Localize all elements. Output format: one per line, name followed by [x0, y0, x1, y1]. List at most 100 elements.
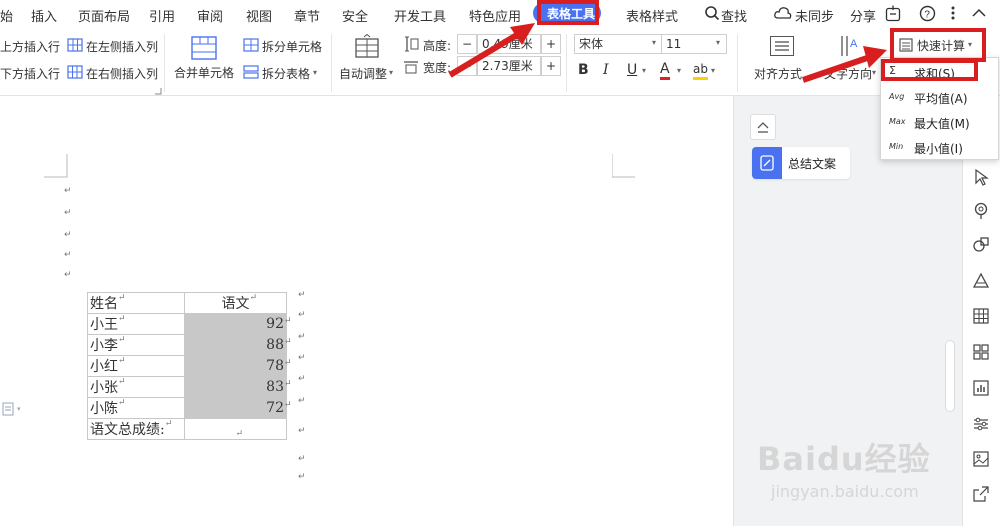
highlight-icon[interactable]: ab	[693, 61, 708, 80]
highlight-box	[890, 28, 986, 62]
search-label[interactable]: 查找	[721, 6, 747, 25]
collapse-panel-icon[interactable]	[750, 114, 776, 140]
table-icon[interactable]	[973, 308, 989, 327]
underline-icon[interactable]: U	[627, 62, 637, 78]
score-value: 72	[266, 400, 284, 416]
menu-page-layout[interactable]: 页面布局	[78, 6, 130, 25]
row-end-mark: ↵	[298, 396, 306, 406]
row-end-mark: ↵	[298, 454, 306, 464]
chevron-down-icon[interactable]: ▾	[313, 68, 317, 77]
search-icon[interactable]	[704, 5, 720, 24]
table-cell[interactable]: 小张 ↵	[87, 376, 185, 398]
total-value-cell[interactable]: ↵	[184, 418, 287, 440]
font-family-select[interactable]: 宋体	[574, 34, 662, 54]
collapse-ribbon-icon[interactable]	[972, 7, 986, 21]
table-cell[interactable]: 83 ↵	[184, 376, 292, 398]
menu-insert[interactable]: 插入	[31, 6, 57, 25]
table-cell[interactable]: 92 ↵	[184, 313, 292, 335]
chart-icon[interactable]	[973, 380, 989, 399]
score-value: 83	[266, 379, 284, 395]
table-cell[interactable]: 小红 ↵	[87, 355, 185, 377]
split-cells-button[interactable]: 拆分单元格	[262, 38, 322, 55]
font-color-icon[interactable]: A	[660, 61, 670, 80]
table-header-cell[interactable]: 姓名 ↵	[87, 292, 185, 314]
sync-status[interactable]: 未同步	[795, 6, 834, 25]
merge-cells-button[interactable]: 合并单元格	[174, 64, 234, 81]
menu-item-label: 最大值(M)	[914, 117, 970, 131]
menu-security[interactable]: 安全	[342, 6, 368, 25]
summary-label: 总结文案	[788, 157, 837, 171]
collaborate-icon[interactable]	[885, 5, 901, 25]
row-end-mark: ↵	[298, 374, 306, 384]
column-width-icon	[403, 60, 419, 77]
width-increase-button[interactable]: +	[541, 56, 561, 76]
share-button[interactable]: 分享	[850, 6, 876, 25]
paragraph-mark: ↵	[64, 230, 72, 240]
auto-fit-button[interactable]: 自动调整	[339, 65, 387, 82]
settings-sliders-icon[interactable]	[973, 416, 989, 435]
svg-text:▾: ▾	[17, 405, 21, 413]
menu-chapter[interactable]: 章节	[294, 6, 320, 25]
split-table-button[interactable]: 拆分表格	[262, 65, 310, 82]
student-name: 小张	[90, 380, 118, 396]
height-increase-button[interactable]: +	[541, 34, 561, 54]
menu-item-max[interactable]: Max 最大值(M)	[881, 112, 1000, 134]
help-icon[interactable]: ?	[919, 5, 936, 25]
menu-item-min[interactable]: Min 最小值(I)	[881, 137, 1000, 159]
location-icon[interactable]	[973, 202, 989, 223]
style-icon[interactable]	[972, 272, 990, 293]
insert-row-below-button[interactable]: 下方插入行	[0, 65, 60, 82]
student-name: 小王	[90, 317, 118, 333]
table-cell[interactable]: 72 ↵	[184, 397, 292, 419]
max-icon: Max	[889, 117, 906, 126]
table-cell[interactable]: 小李 ↵	[87, 334, 185, 356]
bold-icon[interactable]: B	[578, 62, 589, 78]
menu-item-average[interactable]: Avg 平均值(A)	[881, 87, 1000, 109]
apps-grid-icon[interactable]	[973, 344, 989, 363]
row-end-mark: ↵	[298, 332, 306, 342]
merge-cells-icon	[191, 36, 217, 63]
page-corner-mark	[44, 154, 68, 181]
chevron-down-icon[interactable]: ▾	[711, 66, 715, 75]
table-cell[interactable]: 小陈 ↵	[87, 397, 185, 419]
insert-col-left-button[interactable]: 在左侧插入列	[86, 38, 158, 55]
split-cells-icon	[243, 38, 259, 55]
align-icon	[770, 36, 794, 59]
chevron-down-icon[interactable]: ▾	[389, 68, 393, 77]
right-sidebar	[962, 96, 1000, 526]
menu-references[interactable]: 引用	[149, 6, 175, 25]
panel-scrollbar[interactable]	[945, 340, 955, 412]
image-icon[interactable]	[973, 451, 989, 470]
chevron-down-icon[interactable]: ▾	[652, 38, 656, 47]
row-end-mark: ↵	[298, 472, 306, 482]
table-cell[interactable]: 语文总成绩: ↵	[87, 418, 185, 440]
table-header-cell[interactable]: 语文 ↵	[184, 292, 287, 314]
cloud-sync-icon[interactable]	[774, 6, 792, 23]
insert-row-above-button[interactable]: 上方插入行	[0, 38, 60, 55]
document-icon[interactable]: ▾	[2, 402, 24, 419]
average-icon: Avg	[889, 92, 905, 101]
summary-button[interactable]: 总结文案	[752, 147, 850, 179]
export-icon[interactable]	[973, 486, 989, 505]
more-icon[interactable]	[951, 5, 955, 24]
chevron-down-icon[interactable]: ▾	[677, 66, 681, 75]
score-table[interactable]: 姓名 ↵ 语文 ↵ 小王 ↵ 92 ↵ 小李 ↵ 88 ↵ 小红 ↵ 78 ↵ …	[87, 292, 292, 440]
svg-text:?: ?	[924, 10, 930, 21]
cursor-icon[interactable]	[973, 168, 989, 189]
menu-review[interactable]: 审阅	[197, 6, 223, 25]
menu-view[interactable]: 视图	[246, 6, 272, 25]
header-chinese: 语文	[221, 296, 250, 312]
insert-col-right-button[interactable]: 在右侧插入列	[86, 65, 158, 82]
italic-icon[interactable]: I	[603, 62, 609, 78]
document-canvas[interactable]: ↵ ↵ ↵ ↵ ↵ ▾ 姓名 ↵ 语文 ↵ 小王 ↵ 92 ↵ 小李 ↵ 88 …	[0, 96, 733, 526]
chevron-down-icon[interactable]: ▾	[642, 66, 646, 75]
menu-table-style[interactable]: 表格样式	[626, 6, 678, 25]
menu-developer[interactable]: 开发工具	[394, 6, 446, 25]
menu-start[interactable]: 始	[0, 6, 13, 25]
table-cell[interactable]: 小王 ↵	[87, 313, 185, 335]
table-cell[interactable]: 88 ↵	[184, 334, 292, 356]
table-cell[interactable]: 78 ↵	[184, 355, 292, 377]
chevron-down-icon[interactable]: ▾	[716, 38, 720, 47]
shapes-icon[interactable]	[973, 236, 989, 257]
row-end-mark: ↵	[298, 426, 306, 436]
